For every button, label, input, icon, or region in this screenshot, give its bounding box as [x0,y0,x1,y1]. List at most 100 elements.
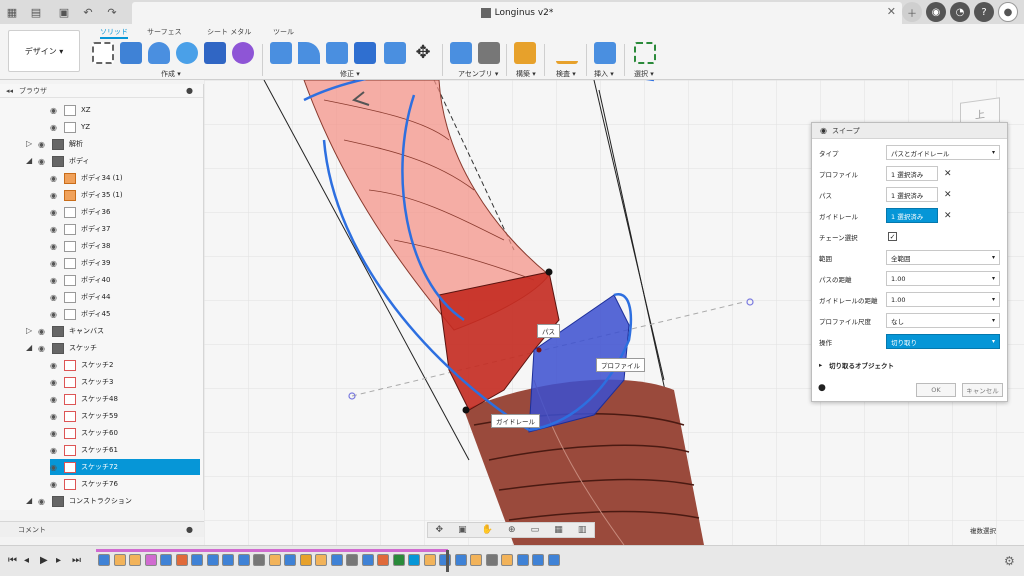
chamfer-icon[interactable] [326,42,348,64]
browser-tree-row[interactable]: ◉ 解析 [38,136,200,152]
browser-tree-row[interactable]: ◉ スケッチ76 [50,476,200,492]
revolve-icon[interactable] [148,42,170,64]
play-icon[interactable]: ▶ [40,555,48,566]
path-selector[interactable]: 1 選択済み [886,187,938,202]
visibility-eye-icon[interactable]: ◉ [50,106,62,115]
new-tab-icon[interactable]: ＋ [902,2,922,22]
close-tab-icon[interactable]: ✕ [887,5,896,18]
tree-expand-icon[interactable]: ◢ [26,343,32,352]
browser-tree-row[interactable]: ◉ スケッチ61 [50,442,200,458]
undo-icon[interactable]: ↶ [80,4,96,20]
timeline-feature[interactable] [423,554,436,566]
dialog-collapse-icon[interactable]: ◉ [820,126,827,135]
viewports-icon[interactable]: ▥ [578,525,587,535]
profile-selector[interactable]: 1 選択済み [886,166,938,181]
display-settings-icon[interactable]: ▭ [531,525,540,535]
zoom-icon[interactable]: ⊕ [508,525,516,535]
browser-tree-row[interactable]: ◉ スケッチ3 [50,374,200,390]
comments-panel[interactable]: コメント ● [0,521,204,537]
document-tab[interactable]: Longinus v2* ✕ [132,2,902,24]
tab-solid[interactable]: ソリッド [100,27,128,39]
comments-add-icon[interactable]: ● [186,525,193,534]
loft-icon[interactable] [204,42,226,64]
group-modify[interactable]: 修正 ▾ [340,69,360,79]
timeline-feature[interactable] [408,554,420,566]
joint-icon[interactable] [478,42,500,64]
browser-tree-row[interactable]: ◉ ボディ37 [50,221,200,237]
tab-surface[interactable]: サーフェス [147,27,182,37]
timeline-feature[interactable] [299,554,312,566]
visibility-eye-icon[interactable]: ◉ [38,140,50,149]
group-create[interactable]: 作成 ▾ [161,69,181,79]
visibility-eye-icon[interactable]: ◉ [50,480,62,489]
browser-tree-row[interactable]: ◉ ボディ40 [50,272,200,288]
guide-point[interactable] [462,406,470,414]
group-select[interactable]: 選択 ▾ [634,69,654,79]
dialog-header[interactable]: ◉ スイープ [812,123,1007,139]
visibility-eye-icon[interactable]: ◉ [50,276,62,285]
shell-icon[interactable] [384,42,406,64]
visibility-eye-icon[interactable]: ◉ [38,497,50,506]
go-to-end-icon[interactable]: ⏭ [72,555,81,566]
browser-tree-row[interactable]: ◉ ボディ [38,153,200,169]
visibility-eye-icon[interactable]: ◉ [38,157,50,166]
clear-path-icon[interactable]: ✕ [944,190,952,200]
browser-tree-row[interactable]: ◉ スケッチ [38,340,200,356]
browser-tree-row[interactable]: ◉ ボディ38 [50,238,200,254]
browser-tree-row[interactable]: ◉ ボディ35 (1) [50,187,200,203]
browser-tree-row[interactable]: ◉ コンストラクション [38,493,200,509]
timeline-feature[interactable] [470,554,482,566]
timeline-feature[interactable] [485,554,498,566]
guide-distance-input[interactable]: 1.00 ▾ [886,292,1000,307]
browser-tree-row[interactable]: ◉ ボディ34 (1) [50,170,200,186]
timeline-feature[interactable] [346,554,358,566]
timeline-feature[interactable] [454,554,467,566]
timeline-feature[interactable] [315,554,327,566]
path-point[interactable] [545,268,553,276]
timeline-marker[interactable] [446,550,449,572]
redo-icon[interactable]: ↷ [104,4,120,20]
path-distance-input[interactable]: 1.00 ▾ [886,271,1000,286]
timeline-feature[interactable] [516,554,529,566]
app-grid-icon[interactable]: ▦ [4,4,20,20]
browser-tree-row[interactable]: ◉ キャンバス [38,323,200,339]
timeline-feature[interactable] [98,554,110,566]
clear-profile-icon[interactable]: ✕ [944,169,952,179]
timeline-feature[interactable] [253,554,265,566]
save-icon[interactable]: ▣ [56,4,72,20]
construct-plane-icon[interactable] [514,42,536,64]
expand-icon[interactable]: ▸ [819,361,822,369]
timeline-feature[interactable] [160,554,172,566]
visibility-eye-icon[interactable]: ◉ [50,123,62,132]
visibility-eye-icon[interactable]: ◉ [50,259,62,268]
extent-select[interactable]: 全範囲 ▾ [886,250,1000,265]
extrude-icon[interactable] [120,42,142,64]
operation-select[interactable]: 切り取り ▾ [886,334,1000,349]
timeline-feature[interactable] [439,554,451,566]
visibility-eye-icon[interactable]: ◉ [50,378,62,387]
tree-expand-icon[interactable]: ▷ [26,326,32,335]
visibility-eye-icon[interactable]: ◉ [50,412,62,421]
press-pull-icon[interactable] [270,42,292,64]
timeline-feature[interactable] [361,554,374,566]
file-icon[interactable]: ▤ [28,4,44,20]
browser-tree-row[interactable]: ◉ XZ [50,102,200,118]
combine-icon[interactable] [354,42,376,64]
grid-settings-icon[interactable]: ▦ [554,525,563,535]
visibility-eye-icon[interactable]: ◉ [50,361,62,370]
visibility-eye-icon[interactable]: ◉ [50,174,62,183]
timeline-feature[interactable] [191,554,203,566]
guide-rail-selector[interactable]: 1 選択済み [886,208,938,223]
step-forward-icon[interactable]: ▸ [56,555,61,566]
visibility-eye-icon[interactable]: ◉ [50,242,62,251]
timeline-feature[interactable] [175,554,188,566]
orbit-icon[interactable]: ✥ [436,525,444,535]
timeline-feature[interactable] [206,554,219,566]
timeline-feature[interactable] [392,554,405,566]
chain-checkbox[interactable]: ✓ [888,232,897,241]
visibility-eye-icon[interactable]: ◉ [50,446,62,455]
browser-tree-row[interactable]: ◉ ボディ36 [50,204,200,220]
browser-tree-row[interactable]: ◉ スケッチ2 [50,357,200,373]
select-icon[interactable] [634,42,656,64]
ok-button[interactable]: OK [916,383,956,397]
